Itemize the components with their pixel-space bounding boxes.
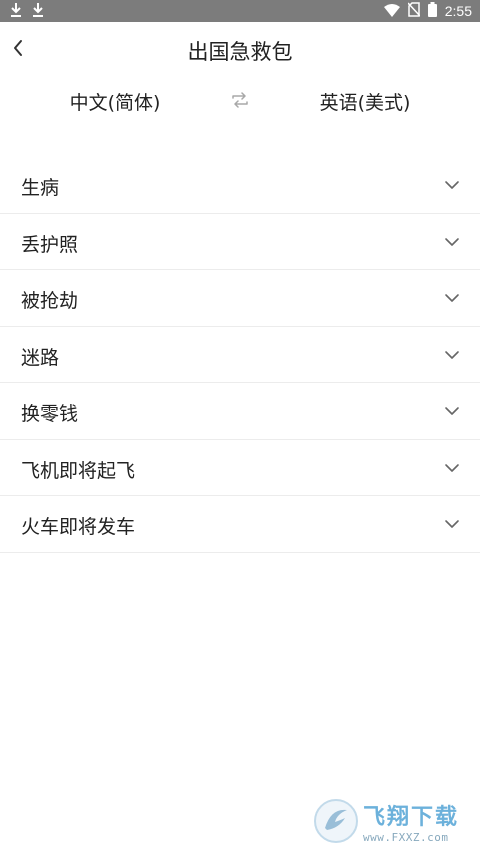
watermark-url: www.FXXZ.com [363, 830, 449, 844]
category-label: 丢护照 [21, 233, 79, 256]
watermark-brand: 飞翔下载 [363, 804, 460, 830]
swap-language-button[interactable] [228, 92, 252, 112]
download-icon [10, 2, 22, 22]
app-header: 出国急救包 [0, 22, 480, 78]
wifi-icon [383, 2, 400, 21]
category-item-flight-departing[interactable]: 飞机即将起飞 [0, 440, 480, 496]
source-language-button[interactable]: 中文(简体) [40, 88, 190, 115]
target-language-button[interactable]: 英语(美式) [290, 88, 440, 115]
category-item-train-departing[interactable]: 火车即将发车 [0, 496, 480, 553]
chevron-down-icon [444, 290, 460, 306]
battery-icon [427, 1, 437, 21]
watermark: 飞翔下载 www.FXXZ.com [313, 796, 471, 846]
no-sim-icon [407, 1, 421, 21]
category-item-illness[interactable]: 生病 [0, 157, 480, 214]
category-label: 飞机即将起飞 [21, 459, 136, 482]
chevron-down-icon [444, 177, 460, 193]
category-label: 被抢劫 [21, 290, 79, 312]
status-time: 2:55 [444, 3, 472, 19]
language-selector: 中文(简体) 英语(美式) [0, 78, 480, 124]
chevron-down-icon [444, 460, 460, 476]
category-item-lost-way[interactable]: 迷路 [0, 327, 480, 383]
category-list: 生病 丢护照 被抢劫 迷路 换零钱 飞机即将起飞 火车即将发车 [0, 157, 480, 553]
category-label: 火车即将发车 [21, 516, 136, 538]
chevron-down-icon [444, 403, 460, 419]
status-bar: 2:55 [0, 0, 480, 22]
status-system: 2:55 [383, 0, 472, 22]
category-item-lost-passport[interactable]: 丢护照 [0, 214, 480, 270]
swap-icon [231, 92, 249, 112]
watermark-logo-icon [313, 798, 359, 844]
category-item-robbed[interactable]: 被抢劫 [0, 270, 480, 327]
category-label: 迷路 [21, 346, 60, 369]
chevron-down-icon [444, 516, 460, 532]
chevron-down-icon [444, 347, 460, 363]
status-notifications [10, 2, 44, 22]
category-label: 换零钱 [21, 403, 79, 425]
download-icon [32, 2, 44, 22]
category-label: 生病 [21, 177, 60, 199]
chevron-down-icon [444, 234, 460, 250]
watermark-text: 飞翔下载 www.FXXZ.com [363, 799, 459, 844]
category-item-exchange-change[interactable]: 换零钱 [0, 383, 480, 440]
page-title: 出国急救包 [187, 40, 293, 64]
